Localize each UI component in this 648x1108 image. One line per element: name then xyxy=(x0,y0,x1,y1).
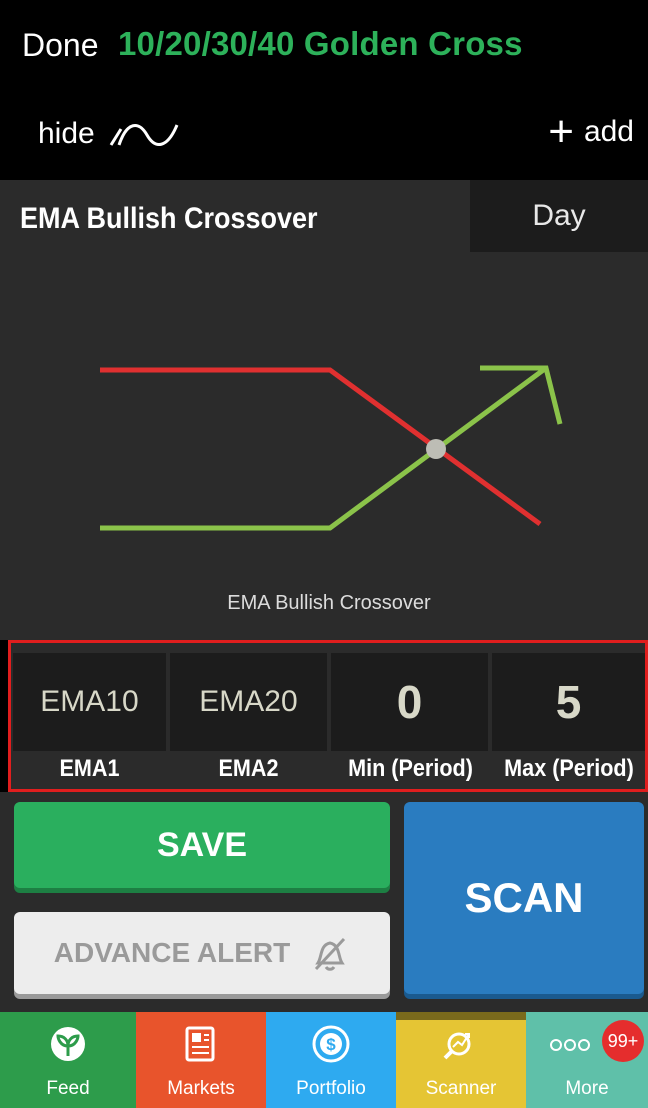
tab-feed[interactable]: Feed xyxy=(0,1012,136,1108)
magnifier-chart-icon xyxy=(443,1032,471,1060)
max-period-label: Max (Period) xyxy=(504,755,634,782)
green-ema-line xyxy=(100,365,548,531)
min-period-label: Min (Period) xyxy=(348,755,473,782)
add-label: add xyxy=(583,115,634,148)
tab-markets-label: Markets xyxy=(167,1078,235,1099)
save-button[interactable]: SAVE xyxy=(14,802,390,888)
tab-portfolio-label: Portfolio xyxy=(296,1078,366,1099)
sprout-icon xyxy=(51,1027,85,1061)
tab-markets[interactable]: Markets xyxy=(136,1012,266,1108)
ema1-value[interactable]: EMA10 xyxy=(13,653,166,751)
criteria-panel: EMA Bullish Crossover Day EMA Bullish Cr… xyxy=(0,180,648,640)
ema1-label: EMA1 xyxy=(59,755,120,782)
max-period-value[interactable]: 5 xyxy=(492,653,645,751)
crossover-point xyxy=(426,439,446,459)
bell-off-icon xyxy=(315,937,346,971)
min-period-value[interactable]: 0 xyxy=(331,653,488,751)
svg-text:$: $ xyxy=(326,1035,336,1054)
done-button[interactable]: Done xyxy=(22,27,99,64)
header-bar: Done 10/20/30/40 Golden Cross hide + add xyxy=(0,0,648,180)
notification-badge: 99+ xyxy=(602,1020,644,1062)
criteria-name: EMA Bullish Crossover xyxy=(20,202,318,235)
arrowhead xyxy=(480,365,563,425)
tab-portfolio[interactable]: $ Portfolio xyxy=(266,1012,396,1108)
strategy-title: 10/20/30/40 Golden Cross xyxy=(118,25,523,62)
hide-label: hide xyxy=(38,117,95,150)
tab-more[interactable]: 99+ More xyxy=(526,1012,648,1108)
timeframe-selector[interactable]: Day xyxy=(470,180,648,252)
tab-more-label: More xyxy=(565,1078,609,1099)
tab-scanner[interactable]: Scanner xyxy=(396,1012,526,1108)
scan-button[interactable]: SCAN xyxy=(404,802,644,994)
advance-alert-label: ADVANCE ALERT xyxy=(53,937,291,968)
advance-alert-button[interactable]: ADVANCE ALERT xyxy=(14,912,390,994)
newspaper-icon xyxy=(185,1026,215,1062)
criteria-parameters: EMA10 EMA20 0 5 EMA1 EMA2 Min (Period) M… xyxy=(8,640,648,792)
wave-icon xyxy=(109,124,179,146)
ema2-label: EMA2 xyxy=(218,755,279,782)
add-criteria-button[interactable]: + add xyxy=(548,107,634,156)
bottom-tab-bar: Feed Markets $ Portfolio Scanner 99+ Mor… xyxy=(0,1012,648,1108)
plus-icon: + xyxy=(548,107,574,156)
diagram-caption: EMA Bullish Crossover xyxy=(227,592,431,614)
action-area: SAVE ADVANCE ALERT SCAN xyxy=(0,792,648,1012)
ema2-value[interactable]: EMA20 xyxy=(170,653,327,751)
crossover-diagram xyxy=(100,365,563,531)
tab-scanner-label: Scanner xyxy=(425,1078,497,1099)
hide-button[interactable]: hide xyxy=(38,117,181,151)
dollar-coin-icon: $ xyxy=(312,1025,350,1063)
more-dots-icon xyxy=(550,1039,590,1051)
tab-feed-label: Feed xyxy=(46,1078,90,1099)
red-ema-line xyxy=(100,367,542,527)
